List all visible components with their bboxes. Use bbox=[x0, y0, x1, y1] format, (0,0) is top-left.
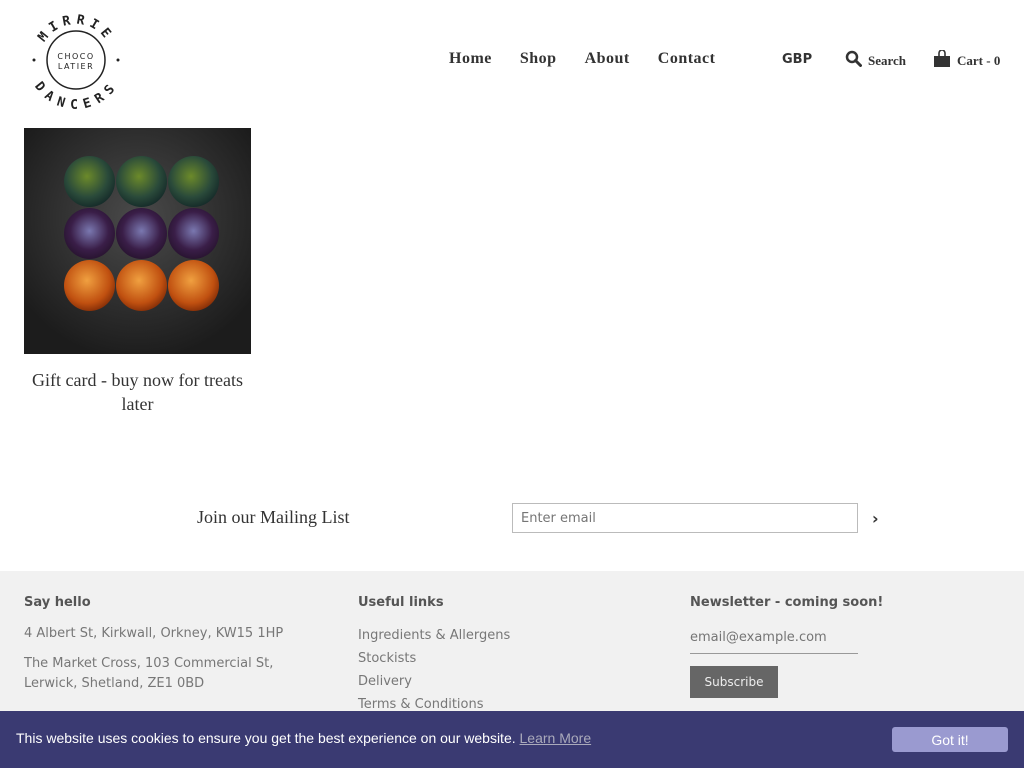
link-delivery[interactable]: Delivery bbox=[358, 670, 638, 693]
chocolate bbox=[64, 156, 115, 207]
address-lerwick: The Market Cross, 103 Commercial St, Ler… bbox=[24, 656, 274, 691]
svg-text:MIRRIE: MIRRIE bbox=[35, 13, 116, 45]
footer-heading: Say hello bbox=[24, 595, 91, 610]
chocolate bbox=[168, 208, 219, 259]
product-title-link[interactable]: Gift card - buy now for treats later bbox=[24, 368, 251, 416]
mailing-list-label: Join our Mailing List bbox=[197, 507, 350, 527]
currency-selector[interactable]: GBP bbox=[782, 52, 812, 67]
chocolate bbox=[64, 208, 115, 259]
cookie-accept-button[interactable]: Got it! bbox=[892, 727, 1008, 752]
link-ingredients[interactable]: Ingredients & Allergens bbox=[358, 624, 638, 647]
footer-heading: Newsletter - coming soon! bbox=[690, 595, 884, 610]
chocolate bbox=[64, 260, 115, 311]
footer-newsletter: Newsletter - coming soon! Subscribe bbox=[690, 595, 990, 698]
subscribe-button[interactable]: Subscribe bbox=[690, 666, 778, 698]
link-stockists[interactable]: Stockists bbox=[358, 647, 638, 670]
cookie-message: This website uses cookies to ensure you … bbox=[16, 730, 591, 746]
chocolate bbox=[116, 156, 167, 207]
svg-text:CHOCO: CHOCO bbox=[57, 52, 94, 61]
chocolate bbox=[116, 208, 167, 259]
learn-more-link[interactable]: Learn More bbox=[520, 730, 592, 746]
cart-label: Cart - 0 bbox=[957, 53, 1001, 68]
svg-text:LATIER: LATIER bbox=[58, 62, 94, 71]
cart-button[interactable]: Cart - 0 bbox=[933, 49, 1001, 72]
chocolate bbox=[116, 260, 167, 311]
footer-heading: Useful links bbox=[358, 595, 444, 610]
newsletter-email-input[interactable] bbox=[690, 624, 858, 654]
cookie-text: This website uses cookies to ensure you … bbox=[16, 730, 516, 746]
footer-say-hello: Say hello 4 Albert St, Kirkwall, Orkney,… bbox=[24, 595, 324, 704]
svg-text:DANCERS: DANCERS bbox=[31, 79, 120, 112]
search-icon bbox=[845, 50, 862, 71]
chocolate bbox=[168, 260, 219, 311]
brand-logo[interactable]: MIRRIE DANCERS CHOCO LATIER bbox=[26, 8, 126, 113]
chevron-right-icon[interactable]: › bbox=[872, 509, 879, 528]
nav-about[interactable]: About bbox=[585, 50, 630, 68]
nav-home[interactable]: Home bbox=[449, 50, 492, 68]
search-button[interactable]: Search bbox=[845, 50, 906, 71]
main-nav: Home Shop About Contact bbox=[449, 50, 743, 68]
shopping-bag-icon bbox=[933, 49, 951, 72]
mailing-email-input[interactable] bbox=[512, 503, 858, 533]
product-image[interactable] bbox=[24, 128, 251, 354]
chocolate bbox=[168, 156, 219, 207]
address-kirkwall: 4 Albert St, Kirkwall, Orkney, KW15 1HP bbox=[24, 626, 284, 641]
search-label: Search bbox=[868, 52, 907, 68]
cookie-banner: This website uses cookies to ensure you … bbox=[0, 711, 1024, 768]
nav-contact[interactable]: Contact bbox=[658, 50, 716, 68]
footer-useful-links: Useful links Ingredients & Allergens Sto… bbox=[358, 595, 638, 716]
nav-shop[interactable]: Shop bbox=[520, 50, 557, 68]
